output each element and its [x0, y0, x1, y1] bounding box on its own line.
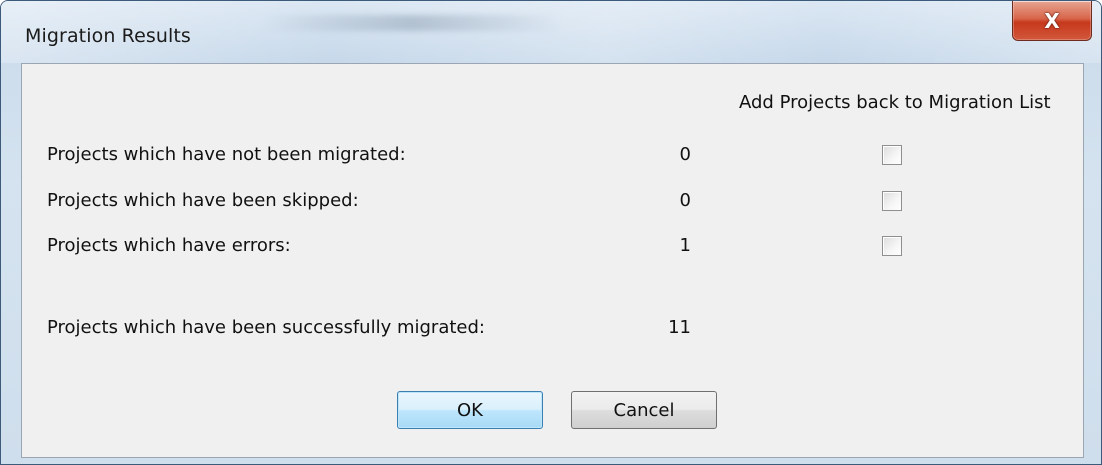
- errors-checkbox[interactable]: [882, 236, 902, 256]
- not-migrated-checkbox[interactable]: [882, 145, 902, 165]
- close-button[interactable]: X: [1012, 1, 1092, 41]
- title-bar[interactable]: Migration Results X: [1, 1, 1101, 63]
- cancel-button-label: Cancel: [613, 399, 675, 421]
- skipped-count: 0: [679, 190, 691, 211]
- close-icon: X: [1044, 8, 1060, 33]
- success-count: 11: [668, 317, 691, 338]
- skipped-label: Projects which have been skipped:: [47, 190, 359, 211]
- success-label: Projects which have been successfully mi…: [47, 317, 485, 338]
- errors-count: 1: [679, 235, 691, 256]
- ok-button[interactable]: OK: [397, 391, 543, 429]
- checkbox-column-header: Add Projects back to Migration List: [739, 92, 1051, 113]
- not-migrated-label: Projects which have not been migrated:: [47, 144, 406, 165]
- dialog-body: Add Projects back to Migration List Proj…: [21, 63, 1084, 458]
- skipped-checkbox[interactable]: [882, 191, 902, 211]
- title-bar-glass: [261, 15, 561, 31]
- dialog-window: Migration Results X Add Projects back to…: [0, 0, 1102, 465]
- not-migrated-count: 0: [679, 144, 691, 165]
- cancel-button[interactable]: Cancel: [571, 391, 717, 429]
- errors-label: Projects which have errors:: [47, 235, 291, 256]
- window-title: Migration Results: [25, 25, 191, 47]
- ok-button-label: OK: [457, 399, 483, 421]
